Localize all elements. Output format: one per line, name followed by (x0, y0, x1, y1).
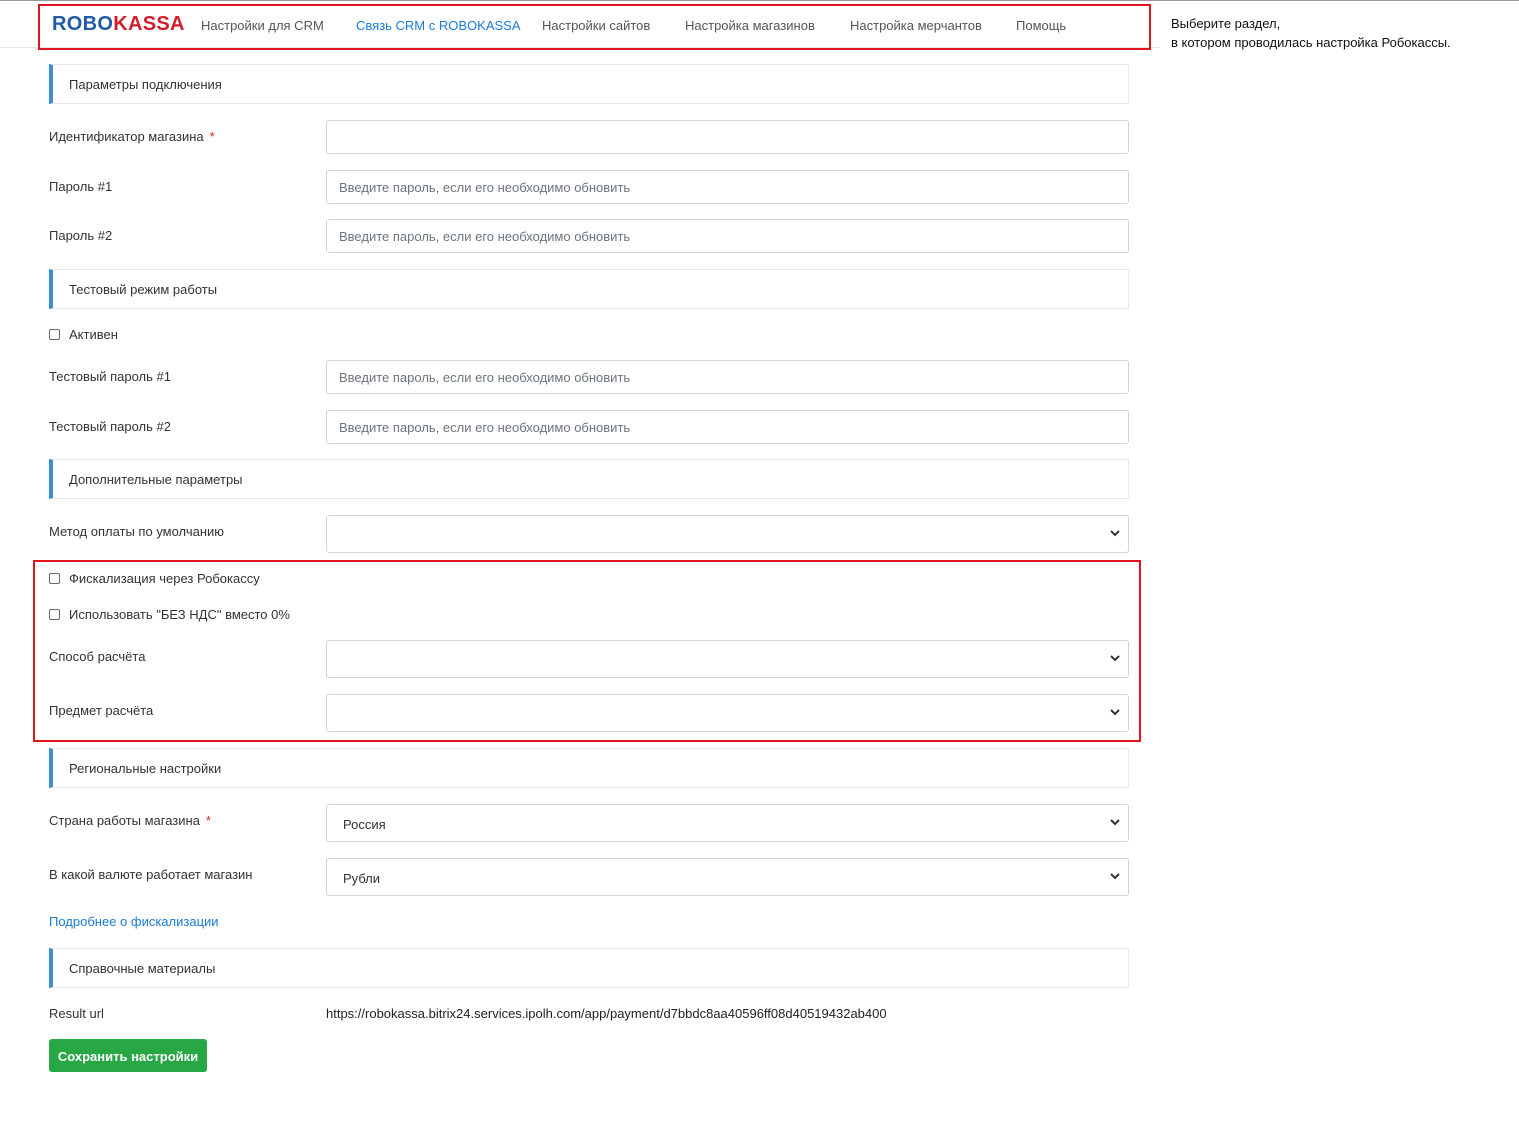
test-active-checkbox[interactable] (49, 329, 60, 340)
shop-id-input[interactable] (326, 120, 1129, 154)
section-title: Дополнительные параметры (69, 472, 243, 487)
chevron-down-icon (1110, 819, 1120, 826)
currency-select[interactable]: Рубли (326, 858, 1129, 896)
required-mark: * (205, 813, 211, 828)
calc-subject-select[interactable] (326, 694, 1129, 732)
no-vat-checkbox[interactable] (49, 609, 60, 620)
nav-item-shop-settings[interactable]: Настройка магазинов (685, 18, 815, 33)
nav-item-site-settings[interactable]: Настройки сайтов (542, 18, 650, 33)
annotation-hint: Выберите раздел, в котором проводилась н… (1171, 14, 1511, 52)
calc-subject-label: Предмет расчёта (49, 703, 154, 718)
test-active-label: Активен (69, 327, 118, 342)
currency-label: В какой валюте работает магазин (49, 867, 253, 882)
section-title: Региональные настройки (69, 761, 222, 776)
result-url-label: Result url (49, 1006, 104, 1021)
required-mark: * (209, 129, 215, 144)
section-header-regional: Региональные настройки (49, 748, 1129, 788)
nav-item-crm-robokassa-link[interactable]: Связь CRM с ROBOKASSA (356, 18, 521, 33)
chevron-down-icon (1110, 709, 1120, 716)
section-title: Тестовый режим работы (69, 282, 218, 297)
test-password1-input[interactable] (326, 360, 1129, 394)
chevron-down-icon (1110, 530, 1120, 537)
result-url-value[interactable]: https://robokassa.bitrix24.services.ipol… (326, 1006, 887, 1021)
test-password1-label: Тестовый пароль #1 (49, 369, 171, 384)
fiscalization-checkbox[interactable] (49, 573, 60, 584)
calc-method-label: Способ расчёта (49, 649, 146, 664)
payment-method-select[interactable] (326, 515, 1129, 553)
no-vat-label: Использовать "БЕЗ НДС" вместо 0% (69, 607, 290, 622)
fiscalization-label: Фискализация через Робокассу (69, 571, 260, 586)
annotation-hint-line2: в котором проводилась настройка Робокасс… (1171, 35, 1451, 50)
annotation-hint-line1: Выберите раздел, (1171, 16, 1281, 31)
top-navbar: ROBOKASSA Настройки для CRM Связь CRM с … (0, 1, 1160, 48)
robokassa-logo[interactable]: ROBOKASSA (52, 13, 185, 36)
password1-input[interactable] (326, 170, 1129, 204)
country-label: Страна работы магазина * (49, 813, 211, 828)
section-header-connection: Параметры подключения (49, 64, 1129, 104)
save-settings-button[interactable]: Сохранить настройки (49, 1039, 207, 1072)
shop-id-label: Идентификатор магазина * (49, 129, 215, 144)
chevron-down-icon (1110, 873, 1120, 880)
nav-item-crm-settings[interactable]: Настройки для CRM (201, 18, 324, 33)
section-header-reference: Справочные материалы (49, 948, 1129, 988)
nav-item-help[interactable]: Помощь (1016, 18, 1066, 33)
test-password2-label: Тестовый пароль #2 (49, 419, 171, 434)
password2-input[interactable] (326, 219, 1129, 253)
test-password2-input[interactable] (326, 410, 1129, 444)
section-title: Справочные материалы (69, 961, 216, 976)
chevron-down-icon (1110, 655, 1120, 662)
nav-item-merchant-settings[interactable]: Настройка мерчантов (850, 18, 982, 33)
payment-method-label: Метод оплаты по умолчанию (49, 524, 225, 539)
calc-method-select[interactable] (326, 640, 1129, 678)
fiscalization-info-link[interactable]: Подробнее о фискализации (49, 914, 219, 929)
section-header-additional: Дополнительные параметры (49, 459, 1129, 499)
password1-label: Пароль #1 (49, 179, 113, 194)
section-header-test-mode: Тестовый режим работы (49, 269, 1129, 309)
country-select[interactable]: Россия (326, 804, 1129, 842)
password2-label: Пароль #2 (49, 228, 113, 243)
section-title: Параметры подключения (69, 77, 222, 92)
